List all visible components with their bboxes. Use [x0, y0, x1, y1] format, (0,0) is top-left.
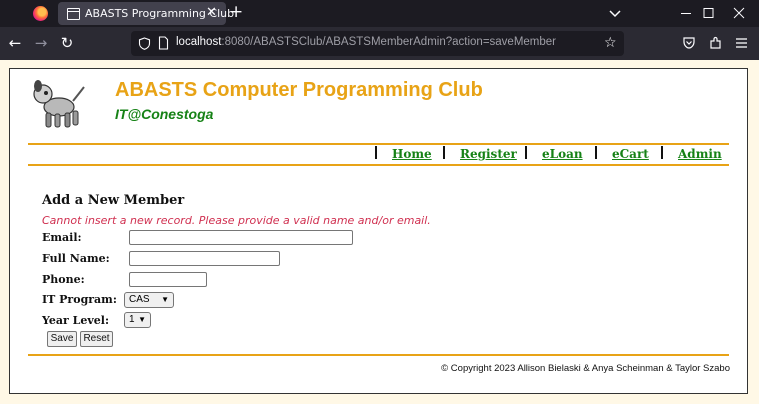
footer-divider [28, 354, 729, 356]
menu-divider [28, 164, 729, 166]
menu-link-ecart[interactable]: eCart [612, 147, 649, 161]
menu-item-eloan[interactable]: eLoan [542, 147, 583, 161]
menu-link-admin[interactable]: Admin [678, 147, 722, 161]
url-host: localhost [176, 36, 222, 48]
save-button[interactable]: Save [47, 331, 77, 347]
new-tab-icon[interactable]: + [229, 2, 243, 22]
pocket-icon[interactable] [682, 36, 696, 50]
copyright-text: © Copyright 2023 Allison Bielaski & Anya… [441, 363, 730, 374]
reset-button[interactable]: Reset [80, 331, 113, 347]
url-text[interactable]: localhost:8080/ABASTSClub/ABASTSMemberAd… [176, 36, 556, 48]
menu-separator [443, 146, 445, 159]
email-field[interactable] [129, 230, 353, 245]
browser-nav-bar: ← → ↻ localhost:8080/ABASTSClub/ABASTSMe… [0, 27, 759, 60]
phone-label: Phone: [42, 273, 85, 286]
chevron-down-icon: ▼ [138, 315, 146, 324]
menu-item-ecart[interactable]: eCart [612, 147, 649, 161]
phone-field[interactable] [129, 272, 207, 287]
year-select-value: 1 [129, 314, 135, 325]
header-divider [28, 143, 729, 145]
club-subtitle: IT@Conestoga [115, 106, 214, 122]
window-close-icon[interactable] [716, 0, 759, 27]
page-icon[interactable] [158, 36, 169, 50]
address-bar[interactable]: localhost:8080/ABASTSClub/ABASTSMemberAd… [131, 31, 624, 56]
fullname-field[interactable] [129, 251, 280, 266]
reload-icon[interactable]: ↻ [59, 35, 75, 51]
forward-arrow-icon[interactable]: → [33, 35, 49, 51]
menu-item-home[interactable]: Home [392, 147, 432, 161]
shield-icon[interactable] [138, 37, 151, 50]
chevron-down-icon: ▼ [161, 295, 169, 304]
fullname-label: Full Name: [42, 252, 110, 265]
menu-separator [661, 146, 663, 159]
email-label: Email: [42, 231, 82, 244]
form-title: Add a New Member [42, 193, 185, 208]
bookmark-star-icon[interactable]: ☆ [604, 35, 617, 51]
firefox-logo-icon[interactable] [33, 6, 48, 21]
menu-hamburger-icon[interactable] [735, 37, 748, 49]
menu-link-eloan[interactable]: eLoan [542, 147, 583, 161]
page-viewport: ABASTS Computer Programming Club IT@Cone… [0, 60, 759, 404]
menu-item-admin[interactable]: Admin [678, 147, 722, 161]
page-container: ABASTS Computer Programming Club IT@Cone… [9, 68, 748, 394]
extensions-icon[interactable] [709, 36, 723, 50]
year-select[interactable]: 1 ▼ [124, 312, 151, 328]
program-select-value: CAS [129, 294, 150, 305]
robot-dog-logo-icon [33, 80, 85, 128]
error-message: Cannot insert a new record. Please provi… [42, 214, 431, 227]
menu-separator [375, 146, 377, 159]
menu-item-register[interactable]: Register [460, 147, 517, 161]
tab-close-icon[interactable]: ✕ [206, 5, 217, 20]
year-label: Year Level: [42, 314, 110, 327]
program-select[interactable]: CAS ▼ [124, 292, 174, 308]
menu-separator [595, 146, 597, 159]
menu-link-home[interactable]: Home [392, 147, 432, 161]
browser-tab[interactable]: ABASTS Programming Club ✕ [58, 2, 234, 25]
page-favicon-icon [67, 8, 80, 20]
browser-tab-bar: ABASTS Programming Club ✕ + [0, 0, 759, 27]
club-title: ABASTS Computer Programming Club [115, 79, 483, 101]
url-path: :8080/ABASTSClub/ABASTSMemberAdmin?actio… [221, 36, 557, 48]
menu-link-register[interactable]: Register [460, 147, 517, 161]
menu-separator [525, 146, 527, 159]
back-arrow-icon[interactable]: ← [7, 35, 23, 51]
program-label: IT Program: [42, 293, 117, 306]
list-tabs-chevron-icon[interactable] [606, 4, 624, 22]
